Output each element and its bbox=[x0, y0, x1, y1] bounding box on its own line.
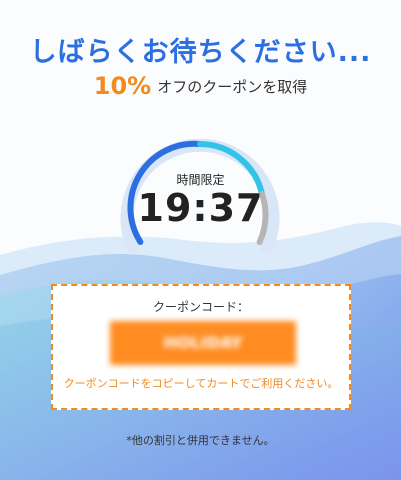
coupon-code-label: クーポンコード： bbox=[152, 300, 249, 314]
countdown-timer: 19:37 bbox=[137, 186, 264, 230]
coupon-code-button[interactable]: HOLIDAY bbox=[110, 321, 296, 365]
discount-subtitle-text: オフのクーポンを取得 bbox=[157, 77, 308, 96]
coupon-popup: しばらくお待ちください... 10% オフのクーポンを取得 時間限定 19:37 … bbox=[0, 0, 401, 480]
discount-percentage: 10% bbox=[93, 72, 152, 100]
coupon-box: クーポンコード： HOLIDAY クーポンコードをコピーしてカートでご利用くださ… bbox=[51, 284, 351, 410]
disclaimer-note: *他の割引と併用できません。 bbox=[126, 434, 275, 447]
coupon-instruction: クーポンコードをコピーしてカートでご利用ください。 bbox=[63, 377, 339, 390]
page-title: しばらくお待ちください... bbox=[29, 37, 372, 68]
discount-subtitle: 10% オフのクーポンを取得 bbox=[0, 72, 401, 100]
